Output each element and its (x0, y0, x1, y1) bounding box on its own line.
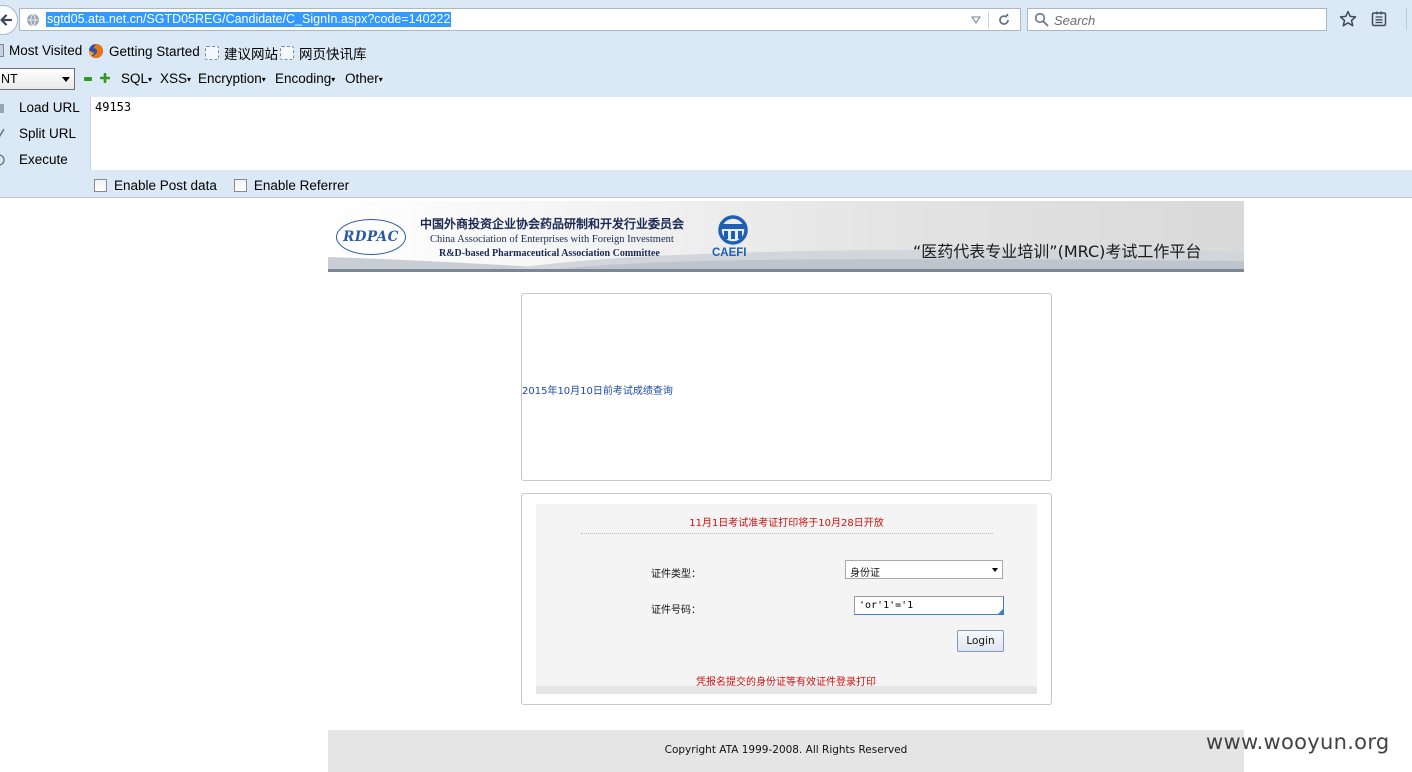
organization-name-en-line2: R&D-based Pharmaceutical Association Com… (439, 248, 660, 259)
id-type-value: 身份证 (850, 568, 880, 579)
enable-post-checkbox[interactable]: Enable Post data (94, 178, 217, 193)
hackbar-select-value: NT (1, 72, 18, 86)
id-type-label: 证件类型： (651, 569, 701, 580)
watermark: www.wooyun.org (1206, 730, 1390, 754)
decrease-icon[interactable] (84, 77, 92, 81)
split-url-button[interactable]: Split URL (0, 126, 76, 141)
login-footnote: 凭报名提交的身份证等有效证件登录打印 (696, 677, 876, 688)
chevron-down-icon (62, 77, 70, 82)
menu-label: SQL (121, 71, 149, 86)
page-footer: Copyright ATA 1999-2008. All Rights Rese… (328, 730, 1244, 772)
bookmark-label: Getting Started (109, 43, 200, 59)
load-url-label: Load URL (19, 100, 80, 115)
page-icon (205, 46, 219, 60)
bookmark-star-icon[interactable] (1339, 10, 1357, 28)
reload-icon[interactable] (996, 12, 1012, 28)
browser-chrome: sgtd05.ata.net.cn/SGTD05REG/Candidate/C_… (0, 0, 1412, 198)
search-icon (1034, 12, 1049, 27)
bookmark-web-slices[interactable]: 网页快讯库 (280, 43, 367, 63)
admission-notice: 11月1日考试准考证打印将于10月28日开放 (689, 518, 884, 529)
search-bar[interactable] (1027, 8, 1327, 31)
copyright-text: Copyright ATA 1999-2008. All Rights Rese… (664, 744, 908, 756)
login-button[interactable]: Login (957, 630, 1004, 652)
history-dropdown-icon[interactable] (970, 14, 982, 26)
hackbar-actions: Load URL Split URL Execute (0, 96, 90, 170)
url-bar[interactable]: sgtd05.ata.net.cn/SGTD05REG/Candidate/C_… (19, 8, 1021, 31)
id-number-input[interactable] (854, 596, 1004, 615)
bookmark-label: 网页快讯库 (299, 47, 367, 62)
menu-sql[interactable]: SQL▾ (121, 71, 152, 86)
score-query-panel: 2015年10月10日前考试成绩查询 (521, 293, 1052, 481)
caefi-logo-icon (718, 215, 748, 245)
execute-button[interactable]: Execute (0, 152, 68, 167)
bookmark-most-visited[interactable]: Most Visited (0, 43, 82, 58)
globe-icon (27, 13, 39, 27)
split-url-label: Split URL (19, 126, 77, 141)
load-url-button[interactable]: Load URL (0, 100, 80, 115)
enable-referrer-label: Enable Referrer (253, 177, 350, 193)
bookmark-suggested-sites[interactable]: 建议网站 (205, 43, 278, 63)
folder-icon (0, 44, 4, 57)
hackbar-toolbar: NT SQL▾ XSS▾ Encryption▾ Encoding▾ Other… (0, 68, 1412, 92)
chevron-down-icon (992, 568, 998, 572)
platform-title: “医药代表专业培训”(MRC)考试工作平台 (913, 242, 1202, 261)
execute-icon (0, 153, 5, 166)
firefox-icon (89, 44, 104, 59)
score-query-link[interactable]: 2015年10月10日前考试成绩查询 (522, 382, 673, 397)
resize-corner-icon (998, 609, 1003, 614)
increase-icon[interactable] (100, 73, 110, 83)
url-bar-separator (988, 12, 989, 28)
bookmark-label: Most Visited (9, 43, 83, 58)
page-icon (280, 46, 294, 60)
execute-label: Execute (19, 152, 68, 167)
menu-label: Other (345, 71, 379, 86)
hackbar-url-field[interactable]: 49153 (90, 97, 1412, 170)
logo-text: RDPAC (343, 229, 399, 245)
url-text[interactable]: sgtd05.ata.net.cn/SGTD05REG/Candidate/C_… (46, 12, 452, 27)
id-number-label: 证件号码： (651, 605, 701, 616)
caefi-logo-text: CAEFI (712, 247, 747, 259)
menu-encryption[interactable]: Encryption▾ (198, 71, 266, 86)
enable-post-label: Enable Post data (114, 177, 217, 193)
menu-label: XSS (160, 71, 188, 86)
enable-referrer-checkbox[interactable]: Enable Referrer (233, 177, 350, 193)
menu-label: Encryption (198, 71, 262, 86)
toolbar-separator (1406, 8, 1407, 30)
menu-encoding[interactable]: Encoding▾ (275, 71, 335, 86)
checkbox-box[interactable] (94, 178, 107, 192)
organization-name-cn: 中国外商投资企业协会药品研制和开发行业委员会 (420, 217, 685, 231)
site-banner: RDPAC 中国外商投资企业协会药品研制和开发行业委员会 China Assoc… (328, 201, 1244, 272)
menu-xss[interactable]: XSS▾ (160, 71, 191, 86)
rdpac-logo: RDPAC (336, 219, 406, 255)
hackbar-select[interactable]: NT (0, 68, 75, 90)
login-panel: 11月1日考试准考证打印将于10月28日开放 证件类型： 身份证 证件号码： L… (521, 493, 1052, 705)
bookmark-label: 建议网站 (224, 47, 278, 62)
split-icon (0, 128, 5, 137)
login-form: 11月1日考试准考证打印将于10月28日开放 证件类型： 身份证 证件号码： L… (536, 504, 1037, 694)
bookmarks-toolbar: Most Visited Getting Started 建议网站 网页快讯库 (0, 40, 1412, 64)
back-arrow-icon (0, 14, 13, 26)
menu-label: Encoding (275, 71, 332, 86)
checkbox-box[interactable] (233, 178, 247, 192)
load-icon (0, 103, 4, 113)
search-input[interactable] (1054, 12, 1314, 28)
organization-name-en-line1: China Association of Enterprises with Fo… (430, 234, 674, 245)
back-button[interactable] (0, 5, 18, 35)
reading-list-icon[interactable] (1370, 10, 1388, 28)
hackbar-options: Enable Post data Enable Referrer (94, 176, 366, 194)
id-type-select[interactable]: 身份证 (845, 560, 1003, 579)
dotted-divider (581, 533, 993, 534)
bookmark-getting-started[interactable]: Getting Started (88, 43, 200, 59)
menu-other[interactable]: Other▾ (345, 71, 383, 86)
